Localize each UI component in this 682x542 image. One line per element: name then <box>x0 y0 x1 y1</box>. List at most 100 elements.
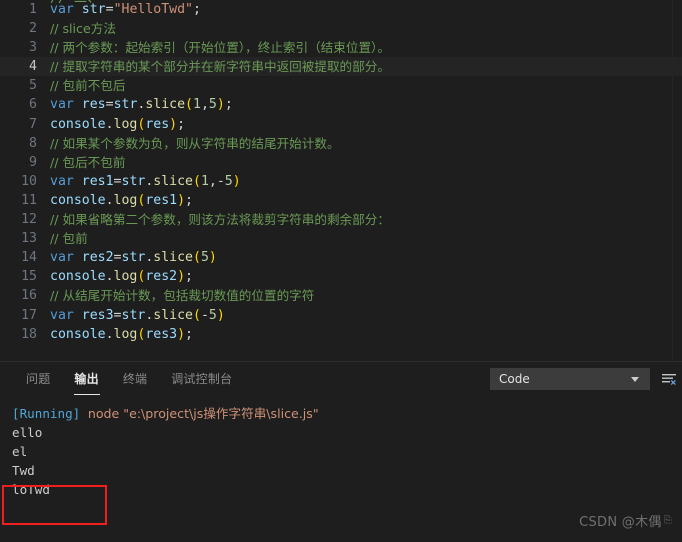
watermark-glyph-icon: ⎘ <box>663 515 672 526</box>
code-line[interactable]: 15 console.log(res2); <box>0 267 682 286</box>
output-token-plain: ello <box>12 425 43 440</box>
token-op <box>74 250 82 265</box>
code-line-source: var str="HelloTwd"; <box>50 0 201 19</box>
code-line[interactable]: 3 // 两个参数：起始索引（开始位置），终止索引（结束位置）。 <box>0 38 682 57</box>
line-number: 1 <box>29 2 37 17</box>
code-line-source: // 包前不包后 <box>50 76 125 96</box>
code-line-source: console.log(res2); <box>50 267 193 286</box>
code-line[interactable]: 12 // 如果省略第二个参数，则该方法将裁剪字符串的剩余部分： <box>0 210 682 229</box>
line-number: 13 <box>21 231 37 247</box>
code-line[interactable]: 16 // 从结尾开始计数，包括裁切数值的位置的字符 <box>0 286 682 305</box>
token-var: str <box>121 307 146 323</box>
code-line-source: // 如果某个参数为负，则从字符串的结尾开始计数。 <box>50 134 340 154</box>
token-par1: ) <box>216 97 225 113</box>
chevron-down-icon <box>631 376 639 382</box>
line-number: 16 <box>21 288 37 304</box>
token-op: - <box>200 307 209 323</box>
line-number: 6 <box>29 97 37 113</box>
output-token-tag-run: [Running] <box>12 406 81 421</box>
token-num: 1 <box>193 97 201 113</box>
token-par1: ( <box>192 307 201 323</box>
token-op <box>74 308 82 323</box>
token-punc: , <box>200 97 209 113</box>
token-fn: log <box>113 116 138 132</box>
code-line[interactable]: 10 var res1=str.slice(1,-5) <box>0 172 682 191</box>
code-line[interactable]: 6 var res=str.slice(1,5); <box>0 95 682 114</box>
code-line[interactable]: 18 console.log(res3); <box>0 325 682 344</box>
token-cmt: // 如果省略第二个参数，则该方法将裁剪字符串的剩余部分： <box>50 212 390 228</box>
token-var: str <box>113 97 138 113</box>
token-op: = <box>105 97 114 113</box>
token-op: = <box>105 2 114 17</box>
token-par1: ( <box>192 173 201 189</box>
token-par1: ) <box>216 307 225 323</box>
minimap-divider <box>672 0 673 360</box>
line-number: 5 <box>29 78 37 94</box>
code-line[interactable]: 17 var res3=str.slice(-5) <box>0 306 682 325</box>
panel-tab-0[interactable]: 问题 <box>14 362 62 396</box>
code-line[interactable]: 7 console.log(res); <box>0 115 682 134</box>
token-fn: slice <box>153 173 193 189</box>
token-num: 1 <box>200 173 209 189</box>
token-op: = <box>113 307 122 323</box>
code-line[interactable]: 14 var res2=str.slice(5) <box>0 248 682 267</box>
token-var: res2 <box>145 269 178 285</box>
token-cmt: // 包前不包后 <box>50 78 126 94</box>
output-source-value: Code <box>499 372 530 386</box>
token-var: console <box>50 269 106 285</box>
panel-header: 问题 输出 终端 调试控制台 Code <box>0 362 682 396</box>
vscode-window: // 二、 1var str="HelloTwd";2// slice方法3//… <box>0 0 682 542</box>
code-line[interactable]: 13 // 包前 <box>0 229 682 248</box>
panel-tab-2[interactable]: 终端 <box>111 362 159 396</box>
code-line[interactable]: 4 // 提取字符串的某个部分并在新字符串中返回被提取的部分。 <box>0 57 682 77</box>
output-line-res1: el <box>12 442 682 461</box>
token-cmt: // 包后不包前 <box>50 154 126 170</box>
panel-tab-1[interactable]: 输出 <box>62 362 110 396</box>
output-token-plain <box>80 406 88 421</box>
code-editor[interactable]: // 二、 1var str="HelloTwd";2// slice方法3//… <box>0 0 682 360</box>
output-token-cmd: node "e:\project\js操作字符串\slice.js" <box>87 406 319 421</box>
token-punc: . <box>105 192 114 208</box>
token-var: res3 <box>81 307 114 323</box>
token-var: res <box>145 116 170 132</box>
code-line-source: console.log(res); <box>50 115 185 134</box>
token-par1: ) <box>169 116 178 132</box>
token-var: console <box>50 116 106 132</box>
code-line[interactable]: 5 // 包前不包后 <box>0 76 682 95</box>
code-line[interactable]: 9 // 包后不包前 <box>0 153 682 172</box>
token-var: str <box>121 173 146 189</box>
code-line[interactable]: 11 console.log(res1); <box>0 191 682 210</box>
token-cmt: // 如果某个参数为负，则从字符串的结尾开始计数。 <box>50 135 340 151</box>
token-op <box>74 2 82 17</box>
line-number: 10 <box>21 173 37 189</box>
clear-output-button[interactable] <box>656 368 682 390</box>
code-line[interactable]: 8 // 如果某个参数为负，则从字符串的结尾开始计数。 <box>0 134 682 153</box>
code-line-source: console.log(res1); <box>50 191 193 210</box>
panel-tab-3[interactable]: 调试控制台 <box>159 362 244 396</box>
token-num: 5 <box>224 173 233 189</box>
token-var: console <box>50 192 106 208</box>
code-line-source: console.log(res3); <box>50 325 193 344</box>
token-cmt: // 从结尾开始计数，包括裁切数值的位置的字符 <box>50 288 315 304</box>
code-line[interactable]: 2 // slice方法 <box>0 19 682 38</box>
token-punc: . <box>105 269 114 285</box>
line-number: 17 <box>21 307 37 323</box>
token-str: "HelloTwd" <box>113 2 193 17</box>
watermark-text: CSDN @木偶 <box>579 515 662 530</box>
code-line-source: var res3=str.slice(-5) <box>50 306 225 325</box>
output-source-select[interactable]: Code <box>490 368 650 390</box>
line-number: 12 <box>21 212 37 228</box>
code-lines-container[interactable]: 1 var str="HelloTwd"; 2// slice方法 3// 两个参数：… <box>0 0 682 344</box>
code-line-source: // 提取字符串的某个部分并在新字符串中返回被提取的部分。 <box>50 57 390 77</box>
token-par1: ( <box>192 250 201 266</box>
token-punc: ; <box>177 116 186 132</box>
token-fn: slice <box>153 250 193 266</box>
panel-tab-list[interactable]: 问题 输出 终端 调试控制台 <box>0 362 244 396</box>
token-num: 5 <box>200 250 209 266</box>
code-line[interactable]: 1 var str="HelloTwd"; <box>0 0 682 19</box>
token-num: 5 <box>208 97 217 113</box>
token-num: 5 <box>208 307 217 323</box>
token-fn: slice <box>145 97 186 113</box>
token-fn: slice <box>153 307 193 323</box>
token-punc: ; <box>185 269 193 285</box>
